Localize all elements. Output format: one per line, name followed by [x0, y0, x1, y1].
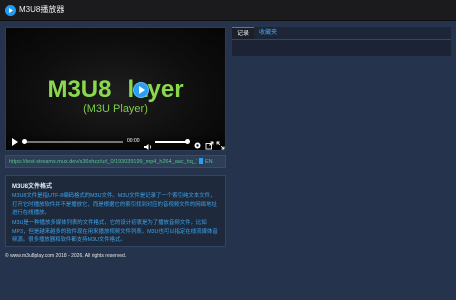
- top-bar: M3U8播放器: [0, 0, 456, 21]
- volume-slider[interactable]: [155, 141, 187, 143]
- gear-icon[interactable]: [193, 137, 202, 150]
- share-icon[interactable]: [205, 137, 214, 150]
- stream-url-text[interactable]: https://test-streams.mux.dev/x36xhzz/url…: [9, 158, 197, 166]
- app-title: M3U8播放器: [19, 5, 65, 14]
- language-label[interactable]: EN: [205, 158, 213, 166]
- time-display: 00:00: [127, 138, 140, 144]
- video-player[interactable]: M3U8 layer (M3U Player) 00:00: [5, 27, 226, 151]
- url-bar[interactable]: https://test-streams.mux.dev/x36xhzz/url…: [5, 155, 226, 168]
- control-bar: 00:00: [6, 134, 225, 150]
- tab-content-panel: [232, 39, 451, 56]
- player-brand-text: M3U8 layer: [6, 77, 225, 103]
- language-flag-icon[interactable]: [199, 158, 203, 164]
- format-info-panel: M3U8文件格式 M3U8文件是指UTF-8编码格式的M3U文件。M3U文件是记…: [5, 175, 226, 247]
- info-paragraph-1: M3U8文件是指UTF-8编码格式的M3U文件。M3U文件是记录了一个索引纯文本…: [12, 193, 217, 217]
- sidebar-tabs: 记录 收藏夹: [232, 27, 451, 40]
- player-subtitle-text: (M3U Player): [83, 103, 148, 115]
- tab-favorites[interactable]: 收藏夹: [254, 27, 282, 39]
- brand-left-text: M3U8: [47, 76, 112, 103]
- info-paragraph-2: M3U是一种播放多媒体列表的文件格式，它的设计初衷是为了播放音频文件，比如MP3…: [12, 220, 218, 244]
- volume-handle[interactable]: [185, 139, 190, 144]
- app-logo-icon: [5, 5, 16, 16]
- fullscreen-icon[interactable]: [216, 137, 225, 150]
- progress-handle[interactable]: [22, 139, 27, 144]
- big-play-button[interactable]: [133, 82, 149, 98]
- progress-bar[interactable]: [23, 141, 123, 143]
- play-icon[interactable]: [12, 138, 18, 146]
- copyright-footer: © www.m3u8play.com 2018 - 2026. All righ…: [5, 253, 127, 259]
- volume-icon[interactable]: [144, 138, 153, 150]
- info-title: M3U8文件格式: [12, 184, 53, 190]
